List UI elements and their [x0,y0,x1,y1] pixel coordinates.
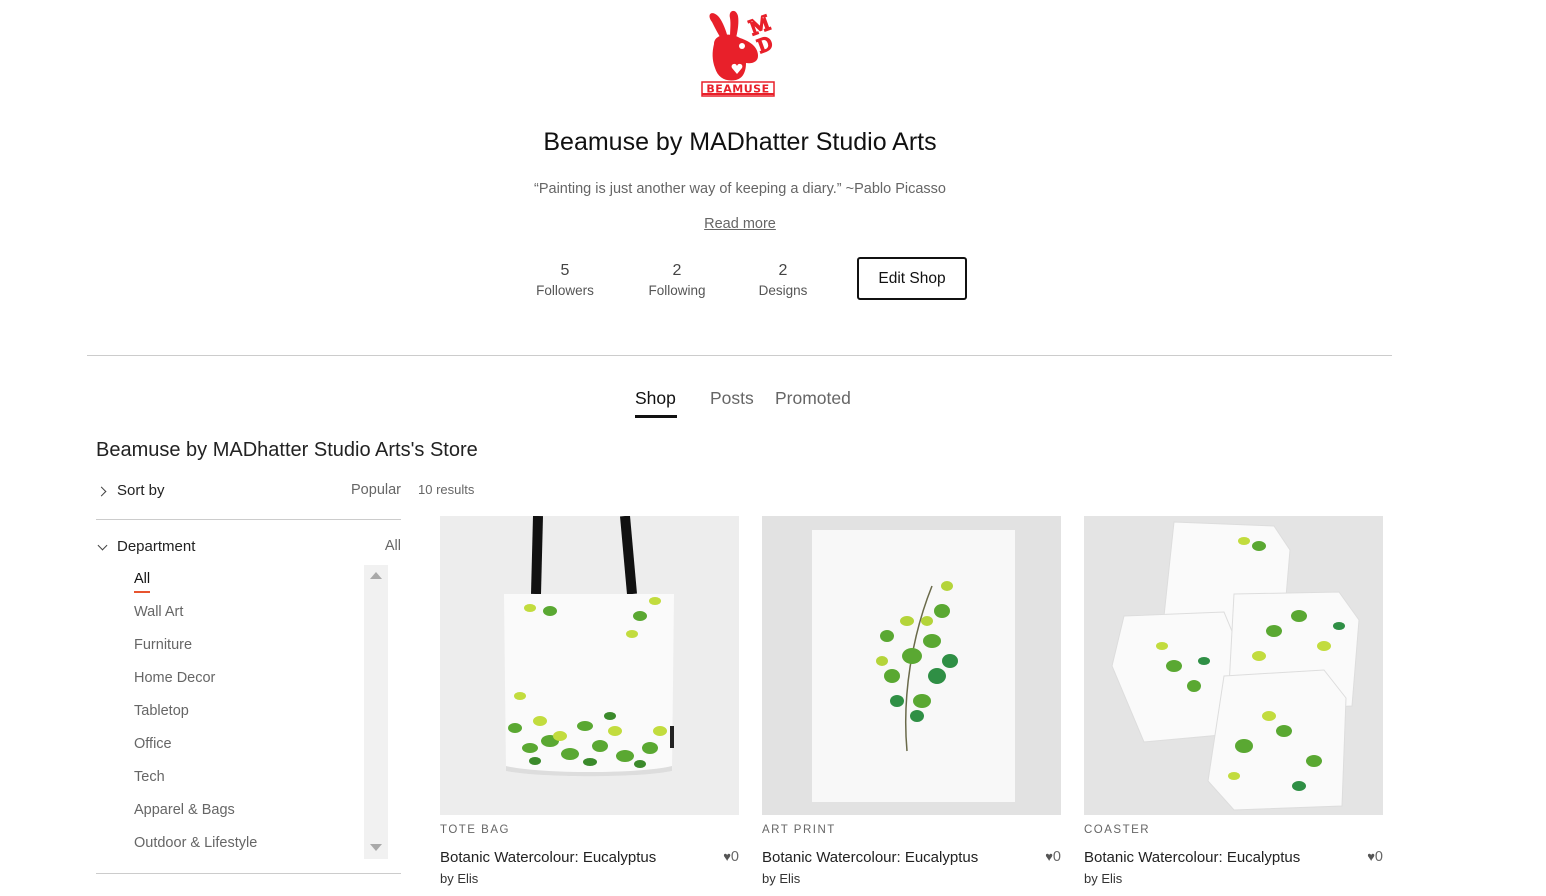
stat-followers[interactable]: 5 Followers [510,262,620,298]
product-image-tote-bag[interactable] [440,516,739,815]
stat-value: 2 [672,262,682,279]
edit-shop-button[interactable]: Edit Shop [857,257,967,300]
art-print-image-icon [762,516,1061,815]
department-item-apparel-bags[interactable]: Apparel & Bags [134,797,359,830]
stat-label: Followers [536,283,594,298]
read-more-link-wrap: Read more [0,216,1480,232]
coaster-image-icon [1084,516,1383,815]
department-item-home-decor[interactable]: Home Decor [134,665,359,698]
tab-promoted[interactable]: Promoted [775,388,851,409]
sort-by-label: Sort by [117,482,165,499]
like-count: 0 [1374,849,1383,865]
stat-designs[interactable]: 2 Designs [728,262,838,298]
department-item-outdoor-lifestyle[interactable]: Outdoor & Lifestyle [134,830,359,858]
shop-name: Beamuse by MADhatter Studio Arts [543,128,937,156]
product-title[interactable]: Botanic Watercolour: Eucalyptus [762,849,978,866]
sort-by-value: Popular [351,482,401,498]
department-item-all[interactable]: All [134,566,359,599]
chevron-down-icon [97,540,108,551]
tote-bag-image-icon [440,516,739,815]
product-title[interactable]: Botanic Watercolour: Eucalyptus [440,849,656,866]
tab-posts[interactable]: Posts [710,388,754,409]
read-more-link[interactable]: Read more [704,216,776,232]
rabbit-head-logo-icon: M D BEAMUSE [701,9,777,97]
shop-tagline: “Painting is just another way of keeping… [534,181,946,197]
department-item-furniture[interactable]: Furniture [134,632,359,665]
results-count: 10 results [418,482,475,497]
department-scrollbar[interactable] [364,565,388,859]
scroll-down-arrow-icon[interactable] [370,844,382,851]
stat-value: 2 [778,262,788,279]
header-divider [87,355,1392,356]
product-card-art-print[interactable]: ART PRINT Botanic Watercolour: Eucalyptu… [762,516,1061,896]
product-category: ART PRINT [762,824,836,836]
like-button[interactable]: ♥0 [723,849,739,865]
tab-shop[interactable]: Shop [635,388,676,409]
department-list[interactable]: All Wall Art Furniture Home Decor Tablet… [134,566,359,858]
heart-icon: ♥ [723,849,731,864]
product-artist[interactable]: by Elis [1084,871,1122,886]
stat-label: Following [648,283,706,298]
product-title[interactable]: Botanic Watercolour: Eucalyptus [1084,849,1300,866]
filter-divider [96,519,401,520]
product-category: COASTER [1084,824,1151,836]
like-count: 0 [730,849,739,865]
product-artist[interactable]: by Elis [440,871,478,886]
stat-value: 5 [560,262,570,279]
product-image-coaster[interactable] [1084,516,1383,815]
department-item-tabletop[interactable]: Tabletop [134,698,359,731]
product-card-tote-bag[interactable]: TOTE BAG Botanic Watercolour: Eucalyptus… [440,516,739,896]
like-button[interactable]: ♥0 [1045,849,1061,865]
active-tab-indicator [635,415,677,418]
store-title: Beamuse by MADhatter Studio Arts's Store [96,439,478,461]
product-artist[interactable]: by Elis [762,871,800,886]
product-category: TOTE BAG [440,824,510,836]
like-count: 0 [1052,849,1061,865]
department-filter-toggle[interactable]: Department [117,538,195,555]
scroll-up-arrow-icon[interactable] [370,572,382,579]
stat-following[interactable]: 2 Following [622,262,732,298]
svg-text:BEAMUSE: BEAMUSE [706,83,769,96]
department-item-wall-art[interactable]: Wall Art [134,599,359,632]
heart-icon: ♥ [1367,849,1375,864]
department-filter-value: All [384,538,401,554]
stat-label: Designs [758,283,808,298]
product-card-coaster[interactable]: COASTER Botanic Watercolour: Eucalyptus … [1084,516,1383,896]
department-item-office[interactable]: Office [134,731,359,764]
shop-logo[interactable]: M D BEAMUSE [700,8,778,98]
heart-icon: ♥ [1045,849,1053,864]
department-item-tech[interactable]: Tech [134,764,359,797]
like-button[interactable]: ♥0 [1367,849,1383,865]
product-image-art-print[interactable] [762,516,1061,815]
filter-divider-bottom [96,873,401,874]
svg-text:D: D [755,33,776,58]
